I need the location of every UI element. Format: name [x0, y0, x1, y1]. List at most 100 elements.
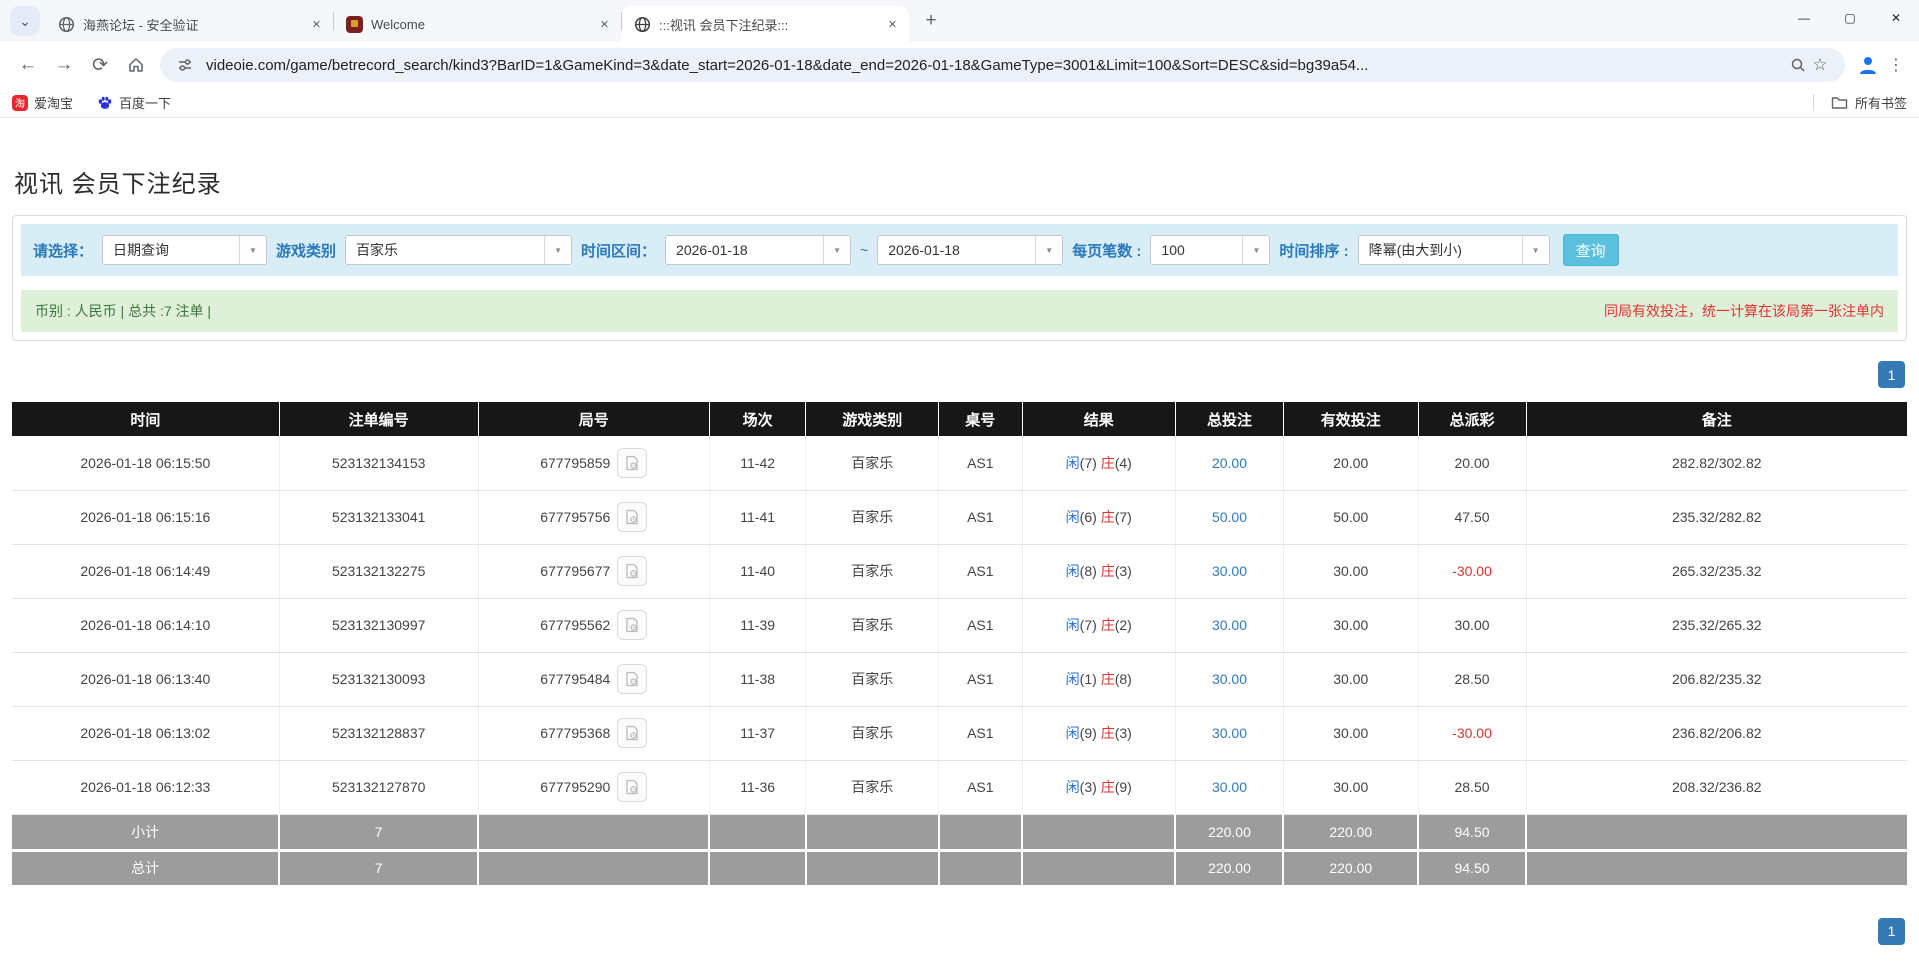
browser-menu-button[interactable]: ⋮ — [1883, 50, 1909, 80]
total-bet-link[interactable]: 30.00 — [1212, 725, 1247, 741]
date-end-value: 2026-01-18 — [878, 236, 1035, 264]
total-bet-link[interactable]: 30.00 — [1212, 563, 1247, 579]
subtotal-payout: 94.50 — [1418, 814, 1526, 850]
cell-round: 677795677 — [478, 544, 709, 598]
page-size-select[interactable]: 100 ▼ — [1150, 235, 1270, 265]
film-icon — [624, 779, 640, 795]
time-sort-select[interactable]: 降幂(由大到小) ▼ — [1358, 235, 1550, 265]
minimize-button[interactable]: — — [1781, 0, 1827, 36]
cell-session: 11-39 — [709, 598, 806, 652]
cell-total-bet: 30.00 — [1175, 598, 1283, 652]
url-text[interactable]: videoie.com/game/betrecord_search/kind3?… — [206, 57, 1787, 74]
window-controls: — ▢ ✕ — [1781, 0, 1919, 36]
banker-score: (8) — [1115, 671, 1132, 687]
video-replay-button[interactable] — [617, 448, 647, 478]
zoom-search-icon[interactable] — [1787, 54, 1809, 76]
query-button[interactable]: 查询 — [1563, 234, 1619, 266]
cell-bet-id: 523132128837 — [279, 706, 478, 760]
video-replay-button[interactable] — [617, 502, 647, 532]
round-number: 677795484 — [540, 671, 610, 687]
table-row: 2026-01-18 06:15:50 523132134153 6777958… — [12, 436, 1907, 490]
close-icon[interactable]: ✕ — [596, 16, 613, 33]
tab-title: 海燕论坛 - 安全验证 — [83, 15, 300, 34]
page-1-button[interactable]: 1 — [1878, 361, 1905, 388]
chevron-down-icon[interactable]: ▼ — [1035, 236, 1062, 264]
new-tab-button[interactable]: + — [917, 7, 945, 35]
game-type-select[interactable]: 百家乐 ▼ — [345, 235, 572, 265]
date-start-select[interactable]: 2026-01-18 ▼ — [665, 235, 851, 265]
cell-round: 677795562 — [478, 598, 709, 652]
round-number: 677795677 — [540, 563, 610, 579]
bookmarks-divider — [1813, 94, 1814, 111]
round-number: 677795562 — [540, 617, 610, 633]
cell-game-type: 百家乐 — [806, 706, 939, 760]
reload-button[interactable]: ⟳ — [82, 47, 118, 83]
banker-result: 庄 — [1101, 563, 1115, 579]
video-replay-button[interactable] — [617, 556, 647, 586]
total-bet-link[interactable]: 50.00 — [1212, 509, 1247, 525]
total-bet-link[interactable]: 30.00 — [1212, 779, 1247, 795]
date-end-select[interactable]: 2026-01-18 ▼ — [877, 235, 1063, 265]
total-valid-bet: 220.00 — [1283, 850, 1418, 886]
banker-result: 庄 — [1101, 671, 1115, 687]
browser-tab-1[interactable]: 海燕论坛 - 安全验证 ✕ — [46, 6, 333, 42]
forward-button[interactable]: → — [46, 47, 82, 83]
page-1-button[interactable]: 1 — [1878, 918, 1905, 945]
maximize-button[interactable]: ▢ — [1827, 0, 1873, 36]
cell-bet-id: 523132127870 — [279, 760, 478, 814]
chevron-down-icon[interactable]: ▼ — [1522, 236, 1549, 264]
total-bet-link[interactable]: 30.00 — [1212, 671, 1247, 687]
video-replay-button[interactable] — [617, 664, 647, 694]
bookmark-baidu[interactable]: 百度一下 — [97, 93, 171, 112]
bookmark-star-icon[interactable]: ☆ — [1809, 54, 1831, 76]
query-type-value: 日期查询 — [103, 236, 239, 264]
total-bet-link[interactable]: 20.00 — [1212, 455, 1247, 471]
video-replay-button[interactable] — [617, 772, 647, 802]
site-settings-icon[interactable] — [174, 54, 196, 76]
chevron-down-icon[interactable]: ▼ — [239, 236, 266, 264]
browser-tab-active[interactable]: :::视讯 会员下注纪录::: ✕ — [622, 6, 909, 42]
header-total-bet: 总投注 — [1175, 402, 1283, 436]
video-replay-button[interactable] — [617, 610, 647, 640]
cell-remark: 235.32/282.82 — [1526, 490, 1907, 544]
cell-total-bet: 50.00 — [1175, 490, 1283, 544]
folder-icon — [1831, 95, 1848, 110]
empty-cell — [478, 850, 709, 886]
video-replay-button[interactable] — [617, 718, 647, 748]
profile-avatar[interactable] — [1853, 50, 1883, 80]
close-window-button[interactable]: ✕ — [1873, 0, 1919, 36]
pagination-top: 1 — [12, 361, 1905, 388]
empty-cell — [1526, 850, 1907, 886]
home-button[interactable] — [118, 47, 154, 83]
tab-search-button[interactable]: ⌄ — [10, 6, 40, 36]
cell-result: 闲(7) 庄(4) — [1022, 436, 1175, 490]
film-icon — [624, 455, 640, 471]
globe-icon — [634, 16, 651, 33]
table-body: 2026-01-18 06:15:50 523132134153 6777958… — [12, 436, 1907, 814]
query-type-select[interactable]: 日期查询 ▼ — [102, 235, 267, 265]
chevron-down-icon[interactable]: ▼ — [544, 236, 571, 264]
cell-payout: 30.00 — [1418, 598, 1526, 652]
chevron-down-icon[interactable]: ▼ — [823, 236, 850, 264]
chevron-down-icon[interactable]: ▼ — [1242, 236, 1269, 264]
cell-bet-id: 523132132275 — [279, 544, 478, 598]
close-icon[interactable]: ✕ — [884, 16, 901, 33]
page-content: 视讯 会员下注纪录 请选择： 日期查询 ▼ 游戏类别 百家乐 ▼ 时间区间： 2… — [0, 164, 1919, 945]
back-button[interactable]: ← — [10, 47, 46, 83]
cell-table-no: AS1 — [939, 598, 1022, 652]
browser-tab-2[interactable]: Welcome ✕ — [334, 6, 621, 42]
baidu-paw-icon — [97, 95, 113, 111]
banker-result: 庄 — [1101, 725, 1115, 741]
all-bookmarks-button[interactable]: 所有书签 — [1855, 93, 1907, 112]
bookmark-aitaobao[interactable]: 淘 爱淘宝 — [12, 93, 73, 112]
address-bar[interactable]: videoie.com/game/betrecord_search/kind3?… — [160, 48, 1845, 82]
browser-tab-strip: ⌄ 海燕论坛 - 安全验证 ✕ Welcome ✕ :::视讯 会员下注纪录::… — [0, 0, 1919, 42]
close-icon[interactable]: ✕ — [308, 16, 325, 33]
total-bet-link[interactable]: 30.00 — [1212, 617, 1247, 633]
film-icon — [624, 563, 640, 579]
subtotal-valid-bet: 220.00 — [1283, 814, 1418, 850]
banker-result: 庄 — [1101, 617, 1115, 633]
home-icon — [127, 56, 145, 74]
player-score: (7) — [1080, 455, 1097, 471]
header-time: 时间 — [12, 402, 279, 436]
